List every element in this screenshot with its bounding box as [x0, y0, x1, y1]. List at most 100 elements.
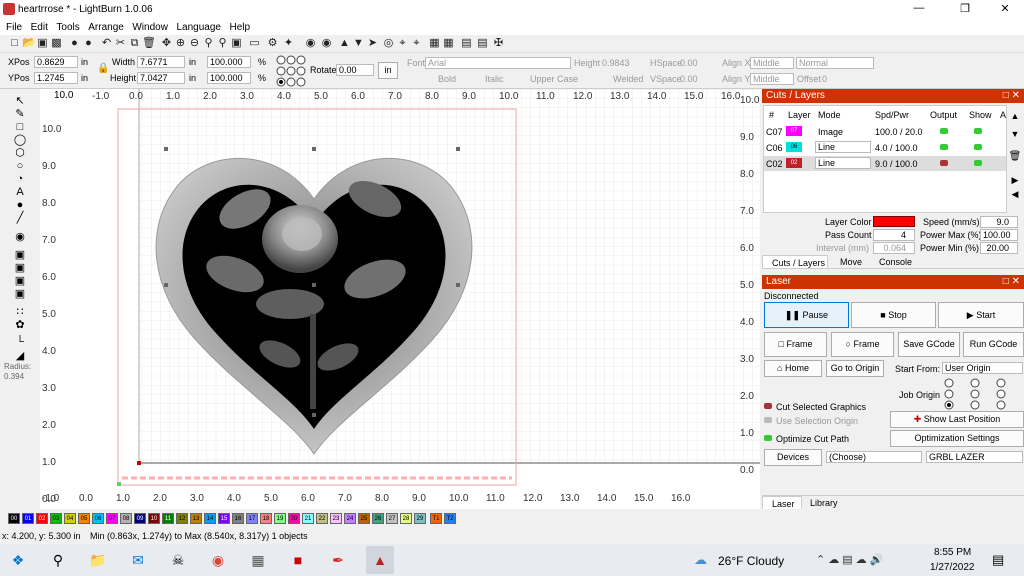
pass-count-input[interactable]: 4 [873, 229, 915, 241]
ungroup-icon[interactable]: ◉ [320, 37, 333, 50]
palette-swatch[interactable]: 26 [372, 513, 384, 524]
center-icon[interactable]: ✠ [492, 37, 505, 50]
panel-close-icon[interactable]: □ ✕ [1003, 275, 1020, 289]
output-toggle[interactable] [940, 144, 948, 150]
palette-swatch[interactable]: 02 [36, 513, 48, 524]
palette-swatch[interactable]: 15 [218, 513, 230, 524]
palette-swatch[interactable]: 19 [274, 513, 286, 524]
device-select[interactable]: GRBL LAZER [926, 451, 1023, 463]
menu-tools[interactable]: Tools [56, 22, 79, 33]
aligny-select[interactable]: Middle [750, 73, 794, 85]
delete-layer-icon[interactable]: 🗑 [1008, 151, 1022, 165]
new-file-icon[interactable]: □ [8, 37, 21, 50]
palette-swatch[interactable]: 12 [176, 513, 188, 524]
tab-console[interactable]: Console [879, 257, 912, 267]
palette-swatch[interactable]: 22 [316, 513, 328, 524]
align3-icon[interactable]: ⌖ [410, 37, 423, 50]
rotate-input[interactable]: 0.00 [336, 64, 374, 76]
port-select[interactable]: (Choose) [826, 451, 922, 463]
search-icon[interactable]: ⚲ [48, 550, 68, 570]
frame-rubber-button[interactable]: ○ Frame [831, 332, 894, 357]
palette-swatch[interactable]: 18 [260, 513, 272, 524]
rectangle-tool-icon[interactable]: □ [13, 121, 27, 133]
tab-move[interactable]: Move [840, 257, 862, 267]
palette-swatch[interactable]: 16 [232, 513, 244, 524]
close-icon[interactable]: ✕ [990, 2, 1020, 15]
palette-swatch[interactable]: 10 [148, 513, 160, 524]
palette-swatch[interactable]: 28 [400, 513, 412, 524]
palette-swatch[interactable]: 04 [64, 513, 76, 524]
zoom-in-icon[interactable]: ⊕ [174, 37, 187, 50]
row-mode-select[interactable]: Line [815, 157, 871, 169]
select-tool-icon[interactable]: ↖ [13, 95, 27, 107]
home-button[interactable]: ⌂ Home [764, 360, 822, 377]
save-as-icon[interactable]: ▩ [50, 37, 63, 50]
pen-tool-icon[interactable]: ✎ [13, 108, 27, 120]
palette-swatch[interactable]: 20 [288, 513, 300, 524]
ellipse-tool-icon[interactable]: ◯ [13, 134, 27, 146]
palette-swatch[interactable]: 07 [106, 513, 118, 524]
run-gcode-button[interactable]: Run GCode [963, 332, 1024, 357]
scale-width-input[interactable]: 100.000 [207, 56, 251, 68]
italic-checkbox[interactable]: Italic [485, 74, 504, 84]
text-height-value[interactable]: 0.9843 [602, 58, 630, 68]
origin-selector[interactable] [274, 54, 308, 88]
palette-swatch[interactable]: 13 [190, 513, 202, 524]
interval-input[interactable]: 0.064 [873, 242, 915, 254]
palette-swatch[interactable]: 06 [92, 513, 104, 524]
rotate-tool-icon[interactable]: ➤ [366, 37, 379, 50]
weather-text[interactable]: 26°F Cloudy [718, 554, 784, 568]
frame-rect-button[interactable]: □ Frame [764, 332, 827, 357]
panel-close-icon[interactable]: □ ✕ [1003, 89, 1020, 103]
handle[interactable] [164, 147, 168, 151]
maximize-icon[interactable]: ❐ [950, 2, 980, 15]
row-mode[interactable]: Image [818, 127, 843, 137]
menu-language[interactable]: Language [176, 22, 221, 33]
monitor-icon[interactable]: ▭ [248, 37, 261, 50]
palette-swatch[interactable]: 23 [330, 513, 342, 524]
measure-tool-icon[interactable]: ╱ [13, 212, 27, 224]
xpos-input[interactable]: 0.8629 [34, 56, 78, 68]
handle[interactable] [456, 147, 460, 151]
camera-icon[interactable]: ▣ [230, 37, 243, 50]
handle[interactable] [312, 283, 316, 287]
output-toggle[interactable] [940, 128, 948, 134]
distribute4-icon[interactable]: ▤ [476, 37, 489, 50]
handle[interactable] [312, 147, 316, 151]
chrome-icon[interactable]: ◉ [208, 550, 228, 570]
boolean-union-icon[interactable]: ▣ [13, 249, 27, 261]
zoom-page-icon[interactable]: ⚲ [216, 37, 229, 50]
show-toggle[interactable] [974, 160, 982, 166]
palette-swatch[interactable]: 03 [50, 513, 62, 524]
speed-input[interactable]: 9.0 [980, 216, 1018, 228]
job-origin-selector[interactable] [942, 377, 1012, 411]
palette-swatch[interactable]: 01 [22, 513, 34, 524]
save-icon[interactable]: ▣ [36, 37, 49, 50]
cut-selected-toggle[interactable] [764, 403, 772, 409]
group-icon[interactable]: ◉ [304, 37, 317, 50]
scale-height-input[interactable]: 100.000 [207, 72, 251, 84]
bold-checkbox[interactable]: Bold [438, 74, 456, 84]
optimization-settings-button[interactable]: Optimization Settings [890, 430, 1024, 447]
polygon-tool-icon[interactable]: ⬡ [13, 147, 27, 159]
app-sw-icon[interactable]: ■ [288, 550, 308, 570]
height-input[interactable]: 7.0427 [137, 72, 185, 84]
move-down-icon[interactable]: ▼ [1008, 129, 1022, 143]
devices-button[interactable]: Devices [764, 449, 822, 466]
flip-icon[interactable]: ▼ [352, 37, 365, 50]
zoom-out-icon[interactable]: ⊖ [188, 37, 201, 50]
palette-swatch[interactable]: 29 [414, 513, 426, 524]
move-icon[interactable]: ✥ [160, 37, 173, 50]
boolean-xor-icon[interactable]: ▣ [13, 288, 27, 300]
undo-icon[interactable]: ↶ [100, 37, 113, 50]
handle[interactable] [164, 283, 168, 287]
circle-tool-icon[interactable]: ○ [13, 160, 27, 172]
palette-swatch[interactable]: 11 [162, 513, 174, 524]
app-skull-icon[interactable]: ☠ [168, 550, 188, 570]
minimize-icon[interactable]: — [904, 2, 934, 14]
palette-swatch[interactable]: 21 [302, 513, 314, 524]
zoom-fit-icon[interactable]: ⚲ [202, 37, 215, 50]
design-canvas[interactable]: 10.0 -1.0 0.0 1.0 2.0 3.0 4.0 5.0 6.0 7.0 8.0 9.0 1… [40, 89, 760, 509]
open-file-icon[interactable]: 📂 [22, 37, 36, 50]
palette-swatch[interactable]: 24 [344, 513, 356, 524]
